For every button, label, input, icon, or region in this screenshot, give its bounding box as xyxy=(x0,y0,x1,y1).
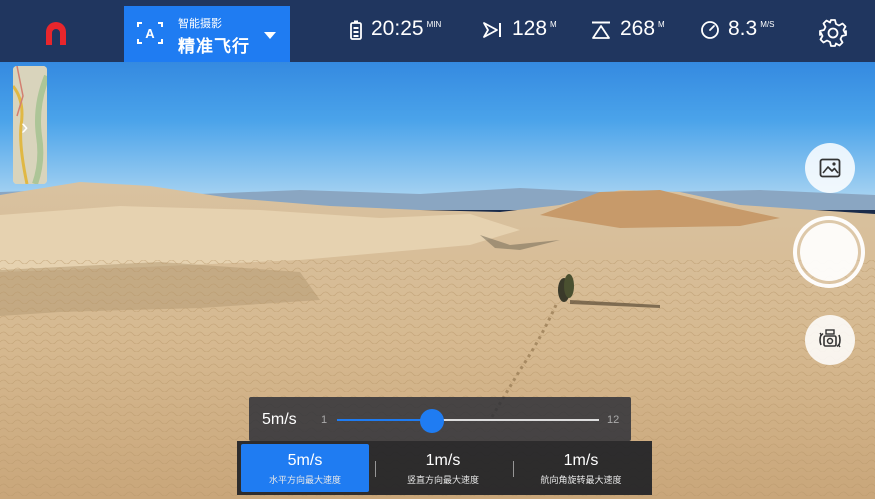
speed-slider-fill xyxy=(337,419,433,421)
image-icon xyxy=(819,158,841,178)
mode-category-label: 智能摄影 xyxy=(178,18,222,30)
speed-unit: M/S xyxy=(760,20,775,29)
slider-min-label: 1 xyxy=(321,414,328,426)
slider-max-label: 12 xyxy=(607,414,620,426)
tab-value: 1m/s xyxy=(425,452,461,469)
tab-vertical-speed[interactable]: 1m/s 竖直方向最大速度 xyxy=(379,444,507,492)
tab-divider xyxy=(513,461,514,477)
app-logo-icon[interactable] xyxy=(38,17,74,47)
altitude-stat: 268 M xyxy=(590,17,665,41)
distance-icon xyxy=(483,22,501,38)
tab-label: 竖直方向最大速度 xyxy=(406,475,479,485)
tab-divider xyxy=(375,461,376,477)
speed-value: 8.3 xyxy=(728,17,758,40)
distance-unit: M xyxy=(550,20,557,29)
battery-time-value: 20:25 xyxy=(371,17,424,40)
mini-map[interactable]: › xyxy=(13,66,47,184)
mode-name-label: 精准飞行 xyxy=(178,37,250,56)
distance-value: 128 xyxy=(512,17,548,40)
svg-text:A: A xyxy=(145,26,155,41)
battery-time-unit: MIN xyxy=(426,20,442,29)
altitude-value: 268 xyxy=(620,17,656,40)
altitude-unit: M xyxy=(658,20,665,29)
tab-yaw-speed[interactable]: 1m/s 航向角旋转最大速度 xyxy=(517,444,645,492)
speed-slider-track[interactable] xyxy=(337,419,599,421)
shutter-button[interactable] xyxy=(793,216,865,288)
flight-mode-selector[interactable]: A 智能摄影 精准飞行 xyxy=(124,6,290,62)
chevron-down-icon xyxy=(264,32,276,39)
top-status-bar: A 智能摄影 精准飞行 20:25 MIN 128 M 268 M 8.3 M/… xyxy=(0,0,875,62)
map-thumbnail xyxy=(13,66,47,184)
auto-mode-icon: A xyxy=(137,22,163,44)
chevron-right-icon: › xyxy=(21,114,29,139)
camera-switch-icon xyxy=(819,329,841,348)
switch-camera-mode-button[interactable] xyxy=(805,315,855,365)
speed-slider-thumb[interactable] xyxy=(420,409,445,433)
shutter-inner xyxy=(800,223,858,281)
battery-icon xyxy=(350,20,362,40)
tab-value: 1m/s xyxy=(563,452,599,469)
tab-horizontal-speed[interactable]: 5m/s 水平方向最大速度 xyxy=(241,444,369,492)
distance-stat: 128 M xyxy=(482,17,557,41)
tab-value: 5m/s xyxy=(287,452,323,469)
current-speed-label: 5m/s xyxy=(262,411,297,428)
tab-label: 航向角旋转最大速度 xyxy=(540,475,622,485)
speed-stat: 8.3 M/S xyxy=(700,17,774,41)
speed-type-tabs: 5m/s 水平方向最大速度 1m/s 竖直方向最大速度 1m/s 航向角旋转最大… xyxy=(237,441,652,495)
altitude-icon xyxy=(592,21,610,39)
battery-time-stat: 20:25 MIN xyxy=(349,17,441,41)
gear-icon[interactable] xyxy=(818,18,848,48)
gallery-button[interactable] xyxy=(805,143,855,193)
tab-label: 水平方向最大速度 xyxy=(268,475,341,485)
speed-slider-panel: 5m/s 1 12 xyxy=(249,397,631,441)
speedometer-icon xyxy=(701,21,719,39)
